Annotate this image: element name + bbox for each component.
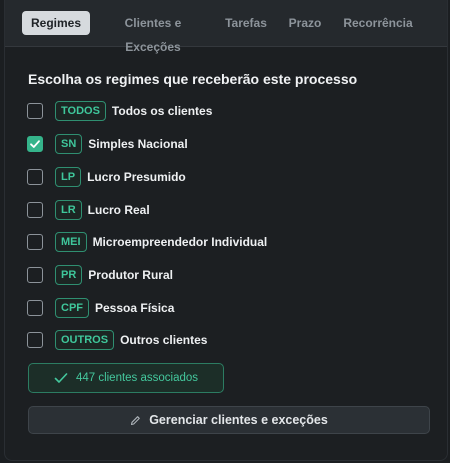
regime-row-mei[interactable]: MEI Microempreendedor Individual xyxy=(27,231,267,253)
regime-row-cpf[interactable]: CPF Pessoa Física xyxy=(27,297,174,319)
regime-badge: CPF xyxy=(55,298,89,318)
checkbox[interactable] xyxy=(27,300,43,316)
regime-row-outros[interactable]: OUTROS Outros clientes xyxy=(27,329,207,351)
tab-bar: Regimes Clientes e Exceções Tarefas Praz… xyxy=(5,0,447,54)
regime-label: Produtor Rural xyxy=(88,268,173,282)
tab-recorrencia[interactable]: Recorrência xyxy=(338,11,418,35)
regime-row-lp[interactable]: LP Lucro Presumido xyxy=(27,166,186,188)
regime-badge: MEI xyxy=(55,232,87,252)
pencil-icon xyxy=(130,415,141,426)
regime-badge: LP xyxy=(55,167,82,187)
regime-label: Pessoa Física xyxy=(95,301,175,315)
associated-clients-text: 447 clientes associados xyxy=(75,372,199,384)
checkbox[interactable] xyxy=(27,202,43,218)
regime-badge: OUTROS xyxy=(55,330,115,350)
process-settings-panel: Regimes Clientes e Exceções Tarefas Praz… xyxy=(4,0,448,461)
regime-label: Lucro Presumido xyxy=(87,170,186,184)
checkbox-checked[interactable] xyxy=(27,136,43,152)
checkbox[interactable] xyxy=(27,267,43,283)
regime-row-sn[interactable]: SN Simples Nacional xyxy=(27,133,188,155)
regime-row-lr[interactable]: LR Lucro Real xyxy=(27,199,150,221)
manage-clients-button[interactable]: Gerenciar clientes e exceções xyxy=(28,406,430,434)
tab-clientes-excecoes[interactable]: Clientes e Exceções xyxy=(98,11,208,54)
check-icon xyxy=(54,372,68,384)
regime-badge: LR xyxy=(55,200,82,220)
checkbox[interactable] xyxy=(27,103,43,119)
regime-row-pr[interactable]: PR Produtor Rural xyxy=(27,264,173,286)
tab-regimes[interactable]: Regimes xyxy=(22,11,90,35)
regime-row-todos[interactable]: TODOS Todos os clientes xyxy=(27,100,212,122)
regime-label: Todos os clientes xyxy=(111,104,213,118)
regime-label: Lucro Real xyxy=(87,203,150,217)
checkbox[interactable] xyxy=(27,234,43,250)
manage-clients-label: Gerenciar clientes e exceções xyxy=(149,413,328,427)
checkbox[interactable] xyxy=(27,169,43,185)
checkbox[interactable] xyxy=(27,332,43,348)
regime-label: Microempreendedor Individual xyxy=(92,235,268,249)
regime-badge: TODOS xyxy=(55,101,106,121)
tab-prazo[interactable]: Prazo xyxy=(284,11,326,35)
regime-label: Outros clientes xyxy=(120,333,208,347)
tab-tarefas[interactable]: Tarefas xyxy=(220,11,272,35)
check-icon xyxy=(30,140,40,148)
regime-label: Simples Nacional xyxy=(88,137,188,151)
associated-clients-status: 447 clientes associados xyxy=(28,363,224,393)
regime-badge: PR xyxy=(55,265,83,285)
regime-badge: SN xyxy=(55,134,83,154)
section-title: Escolha os regimes que receberão este pr… xyxy=(28,71,358,87)
